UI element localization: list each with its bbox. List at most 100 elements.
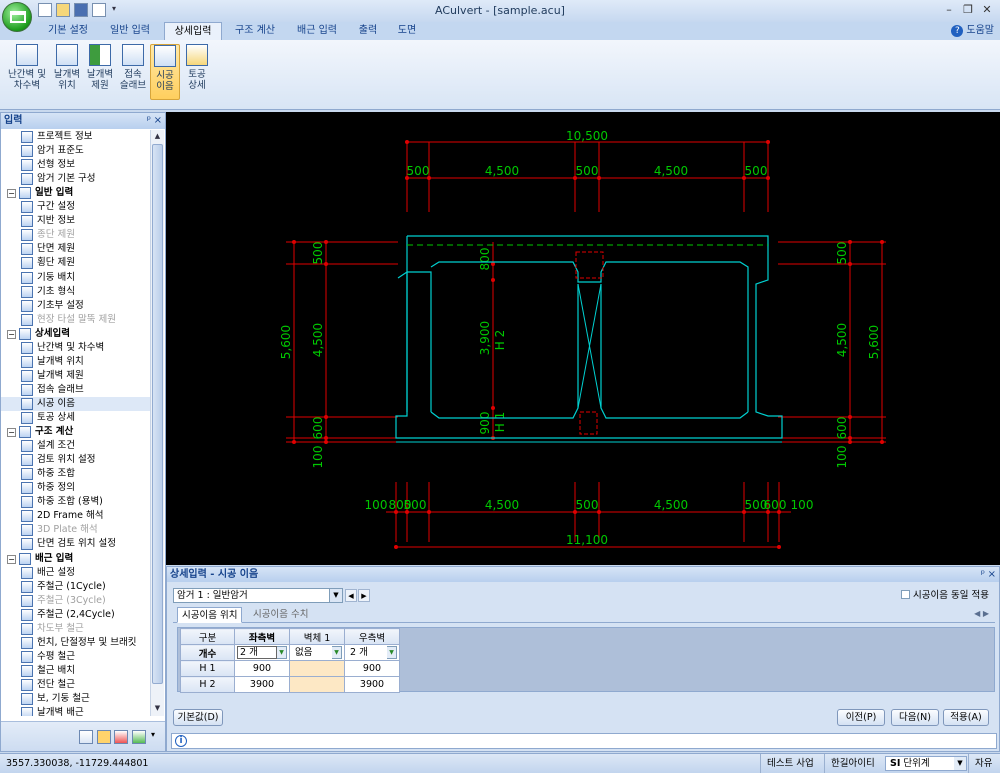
tree-item[interactable]: 전단 철근 bbox=[1, 678, 150, 692]
right-wall-count-select[interactable]: 2 개 ▼ bbox=[344, 644, 400, 661]
tree-item[interactable]: 배근 설정 bbox=[1, 566, 150, 580]
tab-joint-position[interactable]: 시공이음 위치 bbox=[177, 607, 243, 623]
tree-item[interactable]: 하중 조합 bbox=[1, 467, 150, 481]
tree-item[interactable]: 날개벽 배근 bbox=[1, 706, 150, 716]
tree-item[interactable]: 기초부 설정 bbox=[1, 299, 150, 313]
close-icon[interactable]: ✕ bbox=[978, 2, 996, 18]
tree-item[interactable]: 지반 정보 bbox=[1, 214, 150, 228]
help-button[interactable]: ? 도움말 bbox=[951, 22, 994, 40]
tree-item[interactable]: 하중 정의 bbox=[1, 481, 150, 495]
scroll-up-icon[interactable]: ▲ bbox=[151, 130, 164, 143]
h2-left-wall-cell[interactable]: 3900 bbox=[234, 676, 290, 693]
tab-rebar-input[interactable]: 배근 입력 bbox=[288, 22, 346, 40]
chevron-down-icon[interactable]: ▼ bbox=[277, 646, 287, 659]
tree-item[interactable]: 단면 검토 위치 설정 bbox=[1, 537, 150, 551]
tree-item[interactable]: 보, 기둥 철근 bbox=[1, 692, 150, 706]
tree-item[interactable]: 주철근 (1Cycle) bbox=[1, 580, 150, 594]
tree-item[interactable]: 수평 철근 bbox=[1, 650, 150, 664]
bottom-pin-icon[interactable]: ᵖ bbox=[981, 567, 985, 582]
same-joint-checkbox[interactable]: 시공이음 동일 적용 bbox=[901, 589, 989, 602]
tree-group[interactable]: − 일반 입력 bbox=[1, 186, 150, 200]
wingwall-spec-button[interactable]: 날개벽 제원 bbox=[84, 44, 116, 100]
tab-structural-calc[interactable]: 구조 계산 bbox=[226, 22, 284, 40]
tree-item[interactable]: 차도부 철근 bbox=[1, 622, 150, 636]
tree-item[interactable]: 검토 위치 설정 bbox=[1, 453, 150, 467]
tab-joint-values[interactable]: 시공이음 수치 bbox=[249, 607, 312, 623]
pin-icon[interactable]: ᵖ bbox=[147, 113, 151, 129]
minimize-icon[interactable]: – bbox=[940, 2, 958, 18]
tree-item[interactable]: 종단 제원 bbox=[1, 228, 150, 242]
tab-general-input[interactable]: 일반 입력 bbox=[100, 22, 160, 40]
tab-basic-settings[interactable]: 기본 설정 bbox=[40, 22, 96, 40]
collapse-icon[interactable]: − bbox=[7, 189, 16, 199]
tree-scrollbar[interactable]: ▲ ▼ bbox=[150, 130, 164, 716]
tree-item[interactable]: 기초 형식 bbox=[1, 285, 150, 299]
tab-output[interactable]: 출력 bbox=[350, 22, 386, 40]
left-wall-count-select[interactable]: 2 개 ▼ bbox=[234, 644, 290, 661]
tree-item[interactable]: 헌치, 단절정부 및 브래킷 bbox=[1, 636, 150, 650]
tree-item[interactable]: 선형 정보 bbox=[1, 158, 150, 172]
tree-item[interactable]: 주철근 (2,4Cycle) bbox=[1, 608, 150, 622]
tree-item[interactable]: 날개벽 제원 bbox=[1, 369, 150, 383]
tree-item[interactable]: 구간 설정 bbox=[1, 200, 150, 214]
scroll-thumb[interactable] bbox=[152, 144, 163, 684]
tree-item[interactable]: 암거 표준도 bbox=[1, 144, 150, 158]
parapet-wall-button[interactable]: 난간벽 및 차수벽 bbox=[4, 44, 50, 100]
tree-item[interactable]: 철근 배치 bbox=[1, 664, 150, 678]
default-button[interactable]: 기본값(D) bbox=[173, 709, 223, 726]
tree-group[interactable]: − 배근 입력 bbox=[1, 552, 150, 566]
tree-group[interactable]: − 상세입력 bbox=[1, 327, 150, 341]
chevron-down-icon[interactable]: ▼ bbox=[387, 646, 397, 659]
apply-button[interactable]: 적용(A) bbox=[943, 709, 989, 726]
earthwork-detail-button[interactable]: 토공 상세 bbox=[182, 44, 212, 100]
panel-close-icon[interactable]: × bbox=[154, 113, 162, 129]
tree-item[interactable]: 2D Frame 해석 bbox=[1, 509, 150, 523]
wingwall-position-button[interactable]: 날개벽 위치 bbox=[51, 44, 83, 100]
tree-item[interactable]: 프로젝트 정보 bbox=[1, 130, 150, 144]
tab-drawing[interactable]: 도면 bbox=[390, 22, 424, 40]
collapse-icon[interactable]: − bbox=[7, 554, 16, 564]
h1-left-wall-cell[interactable]: 900 bbox=[234, 660, 290, 677]
tree-item[interactable]: 접속 슬래브 bbox=[1, 383, 150, 397]
tree-item[interactable]: 하중 조합 (용벽) bbox=[1, 495, 150, 509]
chevron-down-icon[interactable]: ▼ bbox=[329, 589, 342, 602]
chevron-down-icon[interactable]: ▼ bbox=[954, 757, 966, 770]
tree-item[interactable]: 암거 기본 구성 bbox=[1, 172, 150, 186]
tree-item[interactable]: 난간벽 및 차수벽 bbox=[1, 341, 150, 355]
application-menu-button[interactable] bbox=[2, 2, 32, 32]
tab-detail-input[interactable]: 상세입력 bbox=[164, 22, 222, 40]
tree-item[interactable]: 기둥 배치 bbox=[1, 271, 150, 285]
restore-icon[interactable]: ❐ bbox=[959, 2, 977, 18]
panel-tool-icon-1[interactable] bbox=[79, 730, 93, 744]
tab-scroll-arrows[interactable]: ◀ ▶ bbox=[974, 609, 989, 618]
scroll-down-icon[interactable]: ▼ bbox=[151, 702, 164, 715]
toolbar-dropdown-icon[interactable]: ▾ bbox=[151, 730, 155, 739]
prev-culvert-arrow[interactable]: ◀ bbox=[345, 589, 357, 602]
construction-joint-button[interactable]: 시공 이음 bbox=[150, 44, 180, 100]
approach-slab-button[interactable]: 접속 슬래브 bbox=[117, 44, 149, 100]
panel-tool-icon-4[interactable] bbox=[132, 730, 146, 744]
panel-tool-icon-2[interactable] bbox=[97, 730, 111, 744]
h1-right-wall-cell[interactable]: 900 bbox=[344, 660, 400, 677]
bottom-close-icon[interactable]: × bbox=[988, 567, 996, 582]
checkbox-box[interactable] bbox=[901, 590, 911, 599]
collapse-icon[interactable]: − bbox=[7, 428, 16, 438]
panel-tool-icon-3[interactable] bbox=[114, 730, 128, 744]
h2-right-wall-cell[interactable]: 3900 bbox=[344, 676, 400, 693]
tree-item[interactable]: 설계 조건 bbox=[1, 439, 150, 453]
tree-item[interactable]: 시공 이음 bbox=[1, 396, 150, 411]
tree-item[interactable]: 주철근 (3Cycle) bbox=[1, 594, 150, 608]
tree-item[interactable]: 현장 타설 말뚝 제원 bbox=[1, 313, 150, 327]
chevron-down-icon[interactable]: ▼ bbox=[332, 646, 342, 659]
tree-item[interactable]: 횡단 제원 bbox=[1, 256, 150, 270]
unit-system-select[interactable]: SI 단위계 ▼ bbox=[885, 756, 967, 771]
prev-button[interactable]: 이전(P) bbox=[837, 709, 885, 726]
collapse-icon[interactable]: − bbox=[7, 329, 16, 339]
culvert-select[interactable]: 암거 1 : 일반암거 ▼ bbox=[173, 588, 343, 603]
next-culvert-arrow[interactable]: ▶ bbox=[358, 589, 370, 602]
tree-item[interactable]: 3D Plate 해석 bbox=[1, 523, 150, 537]
wall-1-count-select[interactable]: 없음 ▼ bbox=[289, 644, 345, 661]
tree-item[interactable]: 날개벽 위치 bbox=[1, 355, 150, 369]
tree-group[interactable]: − 구조 계산 bbox=[1, 425, 150, 439]
tree-item[interactable]: 단면 제원 bbox=[1, 242, 150, 256]
